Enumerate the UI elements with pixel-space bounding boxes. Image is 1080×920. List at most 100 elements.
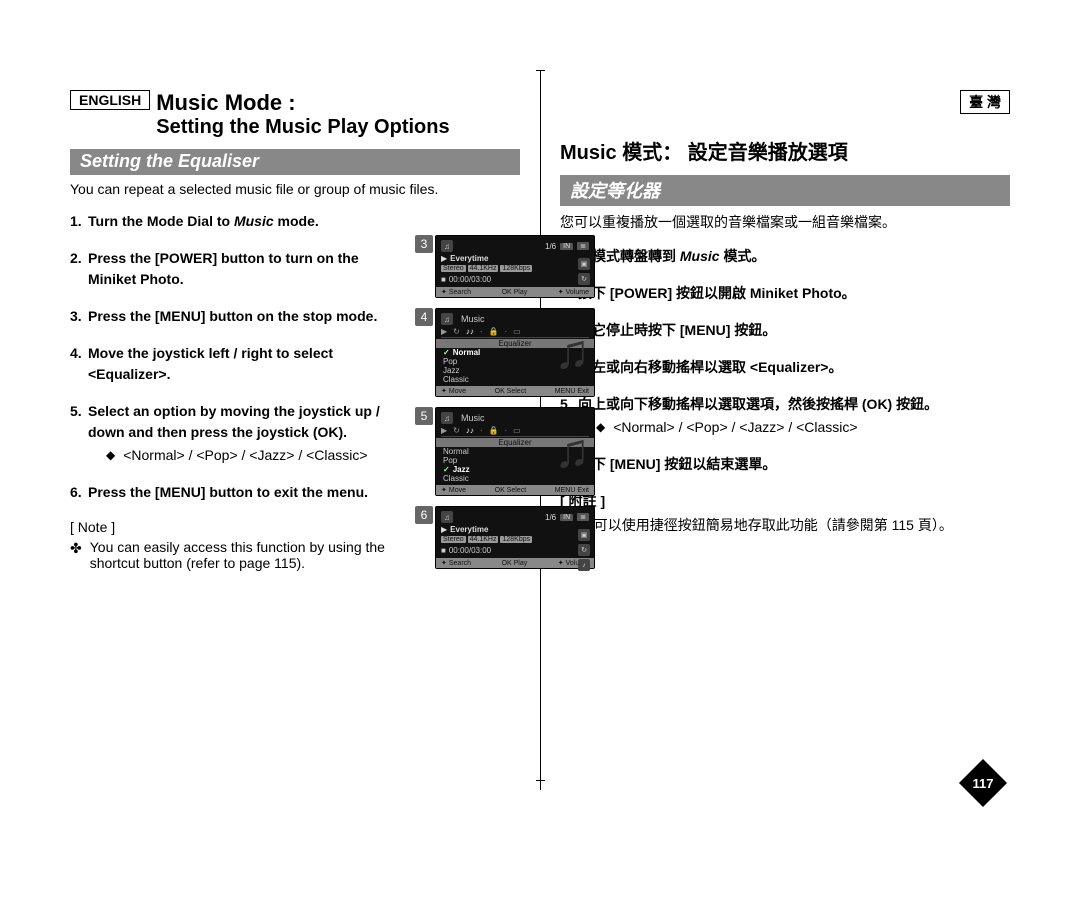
equalizer-icon: ♪♪ <box>466 327 474 336</box>
dpad-icon: ✦ <box>441 486 447 494</box>
note-body-chinese: ✤ 您可以使用捷徑按鈕簡易地存取此功能（請參閱第 115 頁）。 <box>560 515 1010 535</box>
step-5: 5. Select an option by moving the joysti… <box>70 401 380 466</box>
step-1: 1. Turn the Mode Dial to Music mode. <box>70 211 380 232</box>
mode-subtitle: Setting the Music Play Options <box>156 116 449 139</box>
screenshot-number: 3 <box>415 235 433 253</box>
screenshot-5: 5 ♫ Music ▶ ↻ ♪♪ · 🔒 · ▭ ♫ Equalizer Nor… <box>435 407 615 496</box>
step-6: 6. Press the [MENU] button to exit the m… <box>70 482 380 503</box>
repeat-icon: ↻ <box>578 273 590 285</box>
repeat-icon: ↻ <box>453 426 460 435</box>
screen-bottom-bar: ✦Search OK Play ✦Volume <box>436 558 594 568</box>
storage-in-badge: IN <box>560 514 573 521</box>
intro-text: You can repeat a selected music file or … <box>70 181 520 197</box>
check-icon: ✓ <box>443 348 450 357</box>
camera-icon: ▣ <box>578 258 590 270</box>
side-icon-strip: ▣ ↻ ♪ <box>578 529 590 571</box>
repeat-icon: ↻ <box>578 544 590 556</box>
repeat-icon: ↻ <box>453 327 460 336</box>
step-2-ch: 2. 按下 [POWER] 按鈕以開啟 Miniket Photo。 <box>560 283 1010 304</box>
big-music-note-icon: ♫ <box>554 428 590 476</box>
device-screen: ♫ 1/6 IN ≣ ▣ ↻ ▶ Everytime Stereo 44.1KH… <box>435 235 595 298</box>
dpad-icon: ✦ <box>441 387 447 395</box>
dpad-icon: ✦ <box>558 288 564 296</box>
section-heading: Setting the Equaliser <box>70 149 520 175</box>
play-icon: ▶ <box>441 426 447 435</box>
music-note-icon: ♫ <box>441 313 453 325</box>
format-icon: ▭ <box>513 426 521 435</box>
screen-bottom-bar: ✦Move OK Select MENU Exit <box>436 386 594 396</box>
play-icon: ▶ <box>441 327 447 336</box>
dpad-icon: ✦ <box>441 288 447 296</box>
format-icon: ▭ <box>513 327 521 336</box>
storage-in-badge: IN <box>560 243 573 250</box>
screenshot-number: 4 <box>415 308 433 326</box>
right-header: 臺 灣 <box>560 90 1010 114</box>
language-badge-english: ENGLISH <box>70 90 150 110</box>
dpad-icon: ✦ <box>441 559 447 567</box>
audio-info-chips: Stereo 44.1KHz 128Kbps <box>441 536 589 543</box>
note-bullet: ✤ <box>70 539 82 571</box>
play-icon: ▶ <box>441 525 447 534</box>
stop-icon: ■ <box>441 546 446 555</box>
left-header: ENGLISH Music Mode : Setting the Music P… <box>70 90 520 139</box>
stop-icon: ■ <box>441 275 446 284</box>
mode-title-chinese: Music 模式： 設定音樂播放選項 <box>560 136 1010 165</box>
screenshot-number: 6 <box>415 506 433 524</box>
steps-list-chinese: 1. 將模式轉盤轉到 Music 模式。 2. 按下 [POWER] 按鈕以開啟… <box>560 246 1010 475</box>
big-music-note-icon: ♫ <box>554 329 590 377</box>
audio-info-chips: Stereo 44.1KHz 128Kbps <box>441 265 589 272</box>
right-column: 臺 灣 Music 模式： 設定音樂播放選項 設定等化器 您可以重複播放一個選取… <box>560 90 1010 535</box>
side-icon-strip: ▣ ↻ <box>578 258 590 285</box>
device-screenshots: 3 ♫ 1/6 IN ≣ ▣ ↻ ▶ Everytime <box>435 235 615 579</box>
time-row: ■ 00:00/03:00 <box>441 275 589 284</box>
time-row: ■ 00:00/03:00 <box>441 546 589 555</box>
step-3-ch: 3. 在它停止時按下 [MENU] 按鈕。 <box>560 320 1010 341</box>
screen-top-row: ♫ Music <box>441 313 589 325</box>
screenshot-4: 4 ♫ Music ▶ ↻ ♪♪ · 🔒 · ▭ ♫ Equalizer ✓No… <box>435 308 615 397</box>
step-3: 3. Press the [MENU] button on the stop m… <box>70 306 380 327</box>
step-5-options: ◆ <Normal> / <Pop> / <Jazz> / <Classic> <box>106 445 380 466</box>
screen-bottom-bar: ✦Move OK Select MENU Exit <box>436 485 594 495</box>
screenshot-6: 6 ♫ 1/6 IN ≣ ▣ ↻ ♪ ▶ Everytime <box>435 506 615 569</box>
list-icon: ≣ <box>577 513 589 521</box>
check-icon: ✓ <box>443 465 450 474</box>
diamond-bullet: ◆ <box>106 445 115 466</box>
steps-list: 1. Turn the Mode Dial to Music mode. 2. … <box>70 211 380 503</box>
step-1-ch: 1. 將模式轉盤轉到 Music 模式。 <box>560 246 1010 267</box>
step-4: 4. Move the joystick left / right to sel… <box>70 343 380 385</box>
page: ENGLISH Music Mode : Setting the Music P… <box>70 90 1010 790</box>
camera-icon: ▣ <box>578 529 590 541</box>
dpad-icon: ✦ <box>558 559 564 567</box>
device-screen: ♫ Music ▶ ↻ ♪♪ · 🔒 · ▭ ♫ Equalizer ✓Norm… <box>435 308 595 397</box>
screen-top-row: ♫ 1/6 IN ≣ <box>441 240 589 252</box>
screen-top-row: ♫ 1/6 IN ≣ <box>441 511 589 523</box>
screen-top-row: ♫ Music <box>441 412 589 424</box>
mode-title: Music Mode : <box>156 90 449 116</box>
step-4-ch: 4. 向左或向右移動搖桿以選取 <Equalizer>。 <box>560 357 1010 378</box>
language-badge-chinese: 臺 灣 <box>960 90 1010 114</box>
play-icon: ▶ <box>441 254 447 263</box>
divider-tick <box>536 70 545 71</box>
equalizer-icon: ♪♪ <box>466 426 474 435</box>
music-note-icon: ♫ <box>441 511 453 523</box>
divider-tick <box>536 780 545 781</box>
step-5-ch: 5. 向上或向下移動搖桿以選取選項，然後按搖桿 (OK) 按鈕。 ◆ <Norm… <box>560 394 1010 438</box>
step-6-ch: 6. 按下 [MENU] 按鈕以結束選單。 <box>560 454 1010 475</box>
lock-icon: 🔒 <box>489 426 499 435</box>
list-icon: ≣ <box>577 242 589 250</box>
section-heading-chinese: 設定等化器 <box>560 175 1010 206</box>
song-title-row: ▶ Everytime <box>441 525 589 534</box>
left-title-block: Music Mode : Setting the Music Play Opti… <box>156 90 449 139</box>
screenshot-number: 5 <box>415 407 433 425</box>
intro-text-chinese: 您可以重複播放一個選取的音樂檔案或一組音樂檔案。 <box>560 212 1010 232</box>
device-screen: ♫ Music ▶ ↻ ♪♪ · 🔒 · ▭ ♫ Equalizer Norma… <box>435 407 595 496</box>
song-title-row: ▶ Everytime <box>441 254 589 263</box>
step-2: 2. Press the [POWER] button to turn on t… <box>70 248 380 290</box>
screen-bottom-bar: ✦Search OK Play ✦Volume <box>436 287 594 297</box>
note-label-chinese: [ 附註 ] <box>560 491 1010 511</box>
step-5-options-ch: ◆ <Normal> / <Pop> / <Jazz> / <Classic> <box>596 417 1010 438</box>
device-screen: ♫ 1/6 IN ≣ ▣ ↻ ♪ ▶ Everytime Stereo <box>435 506 595 569</box>
lock-icon: 🔒 <box>489 327 499 336</box>
eq-jazz-icon: ♪ <box>578 559 590 571</box>
music-note-icon: ♫ <box>441 240 453 252</box>
